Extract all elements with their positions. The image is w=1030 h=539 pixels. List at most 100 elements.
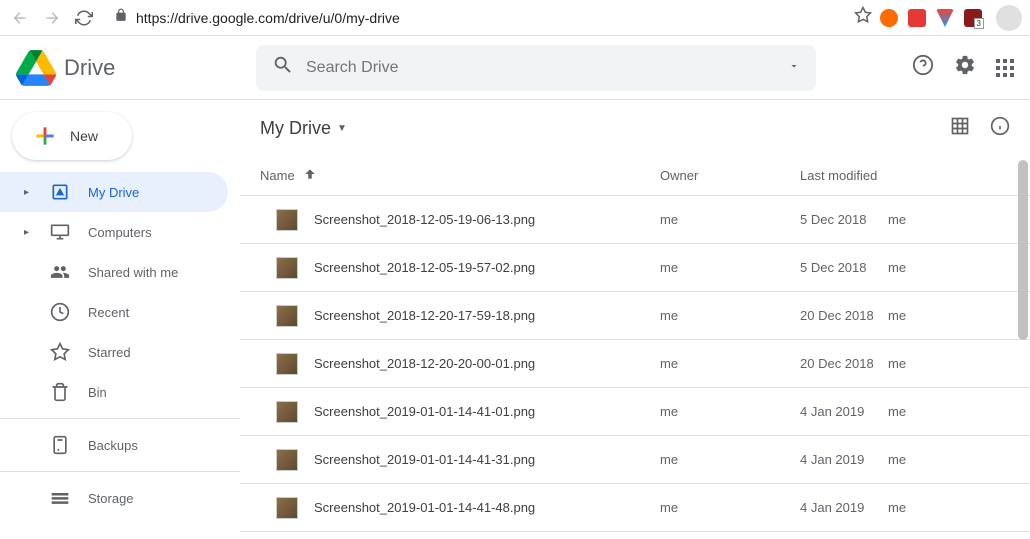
- extension-icon[interactable]: 3: [964, 9, 982, 27]
- app-header: Drive: [0, 36, 1030, 100]
- column-header-name[interactable]: Name: [260, 167, 660, 184]
- apps-grid-icon[interactable]: [996, 59, 1014, 77]
- file-date: 4 Jan 2019: [800, 452, 880, 467]
- file-row[interactable]: Screenshot_2018-12-20-17-59-18.png me 20…: [240, 292, 1030, 340]
- column-header-modified[interactable]: Last modified: [800, 168, 1010, 183]
- reload-button[interactable]: [72, 6, 96, 30]
- file-name: Screenshot_2019-01-01-14-41-01.png: [314, 404, 535, 419]
- file-modified-by: me: [888, 404, 906, 419]
- sort-arrow-up-icon: [303, 167, 317, 184]
- nav-icon: [50, 382, 70, 402]
- url-text: https://drive.google.com/drive/u/0/my-dr…: [136, 10, 400, 26]
- file-modified: 20 Dec 2018 me: [800, 308, 1010, 323]
- sidebar-item-label: Bin: [88, 385, 107, 400]
- help-icon[interactable]: [912, 54, 934, 81]
- file-thumbnail: [276, 209, 298, 231]
- lock-icon: [114, 8, 128, 27]
- file-list: Screenshot_2018-12-05-19-06-13.png me 5 …: [240, 196, 1030, 539]
- profile-avatar[interactable]: [996, 5, 1022, 31]
- file-row[interactable]: Screenshot_2018-12-20-20-00-01.png me 20…: [240, 340, 1030, 388]
- file-owner: me: [660, 452, 800, 467]
- file-date: 5 Dec 2018: [800, 260, 880, 275]
- sidebar-item-label: My Drive: [88, 185, 139, 200]
- sidebar-item-label: Recent: [88, 305, 129, 320]
- search-container: [256, 45, 816, 91]
- logo-section[interactable]: Drive: [16, 50, 256, 86]
- sidebar-item-label: Starred: [88, 345, 131, 360]
- file-owner: me: [660, 356, 800, 371]
- file-name: Screenshot_2018-12-05-19-06-13.png: [314, 212, 535, 227]
- file-row[interactable]: Screenshot_2019-01-01-14-41-48.png me 4 …: [240, 484, 1030, 532]
- sidebar-item-computers[interactable]: ▸ Computers: [0, 212, 228, 252]
- storage-icon: [50, 488, 70, 508]
- sidebar-divider: [0, 418, 240, 419]
- file-modified-by: me: [888, 452, 906, 467]
- file-name-cell: Screenshot_2018-12-20-17-59-18.png: [260, 305, 660, 327]
- sidebar: New ▸ My Drive▸ Computers Shared with me…: [0, 100, 240, 539]
- search-icon: [272, 54, 294, 81]
- file-name-cell: Screenshot_2019-01-01-14-41-31.png: [260, 449, 660, 471]
- file-name-cell: Screenshot_2018-12-20-20-00-01.png: [260, 353, 660, 375]
- grid-view-icon[interactable]: [950, 116, 970, 141]
- sidebar-item-recent[interactable]: Recent: [0, 292, 228, 332]
- sidebar-item-label: Shared with me: [88, 265, 178, 280]
- file-modified-by: me: [888, 260, 906, 275]
- app-name: Drive: [64, 55, 115, 81]
- file-row[interactable]: Screenshot_2019-01-01-14-41-31.png me 4 …: [240, 436, 1030, 484]
- sidebar-item-storage[interactable]: Storage: [0, 478, 228, 518]
- sidebar-item-label: Storage: [88, 491, 134, 506]
- file-name-cell: Screenshot_2019-01-01-14-41-01.png: [260, 401, 660, 423]
- nav-icon: [50, 222, 70, 242]
- header-actions: [912, 54, 1014, 81]
- file-row[interactable]: Screenshot_2019-01-01-14-41-01.png me 4 …: [240, 388, 1030, 436]
- file-name: Screenshot_2018-12-20-20-00-01.png: [314, 356, 535, 371]
- new-button[interactable]: New: [12, 112, 132, 160]
- extension-icon[interactable]: [880, 9, 898, 27]
- breadcrumb[interactable]: My Drive ▼: [260, 118, 347, 139]
- address-bar[interactable]: https://drive.google.com/drive/u/0/my-dr…: [104, 8, 846, 27]
- nav-icon: [50, 182, 70, 202]
- backups-icon: [50, 435, 70, 455]
- sidebar-divider: [0, 471, 240, 472]
- forward-button[interactable]: [40, 6, 64, 30]
- file-name: Screenshot_2019-01-01-14-41-31.png: [314, 452, 535, 467]
- file-row[interactable]: Screenshot_2018-12-05-19-06-13.png me 5 …: [240, 196, 1030, 244]
- file-modified: 4 Jan 2019 me: [800, 452, 1010, 467]
- breadcrumb-bar: My Drive ▼: [240, 100, 1030, 156]
- extension-icon[interactable]: [936, 9, 954, 27]
- file-modified: 4 Jan 2019 me: [800, 500, 1010, 515]
- file-owner: me: [660, 212, 800, 227]
- browser-toolbar: https://drive.google.com/drive/u/0/my-dr…: [0, 0, 1030, 36]
- scrollbar[interactable]: [1018, 160, 1028, 340]
- sidebar-item-backups[interactable]: Backups: [0, 425, 228, 465]
- file-thumbnail: [276, 401, 298, 423]
- file-modified: 5 Dec 2018 me: [800, 212, 1010, 227]
- extension-icon[interactable]: [908, 9, 926, 27]
- file-date: 4 Jan 2019: [800, 404, 880, 419]
- file-modified: 20 Dec 2018 me: [800, 356, 1010, 371]
- file-owner: me: [660, 260, 800, 275]
- sidebar-item-shared-with-me[interactable]: Shared with me: [0, 252, 228, 292]
- bookmark-star-icon[interactable]: [854, 6, 872, 29]
- file-modified: 5 Dec 2018 me: [800, 260, 1010, 275]
- column-header-owner[interactable]: Owner: [660, 168, 800, 183]
- sidebar-item-bin[interactable]: Bin: [0, 372, 228, 412]
- gear-icon[interactable]: [954, 54, 976, 81]
- search-input[interactable]: [306, 59, 776, 77]
- file-modified-by: me: [888, 212, 906, 227]
- file-thumbnail: [276, 257, 298, 279]
- view-controls: [950, 116, 1010, 141]
- file-name: Screenshot_2018-12-20-17-59-18.png: [314, 308, 535, 323]
- new-button-label: New: [70, 128, 98, 144]
- file-name: Screenshot_2018-12-05-19-57-02.png: [314, 260, 535, 275]
- drive-logo-icon: [16, 50, 56, 86]
- info-icon[interactable]: [990, 116, 1010, 141]
- back-button[interactable]: [8, 6, 32, 30]
- search-box[interactable]: [256, 45, 816, 91]
- chevron-down-icon: ▼: [337, 123, 347, 134]
- sidebar-item-starred[interactable]: Starred: [0, 332, 228, 372]
- breadcrumb-label: My Drive: [260, 118, 331, 139]
- file-row[interactable]: Screenshot_2018-12-05-19-57-02.png me 5 …: [240, 244, 1030, 292]
- sidebar-item-my-drive[interactable]: ▸ My Drive: [0, 172, 228, 212]
- search-options-icon[interactable]: [788, 59, 800, 77]
